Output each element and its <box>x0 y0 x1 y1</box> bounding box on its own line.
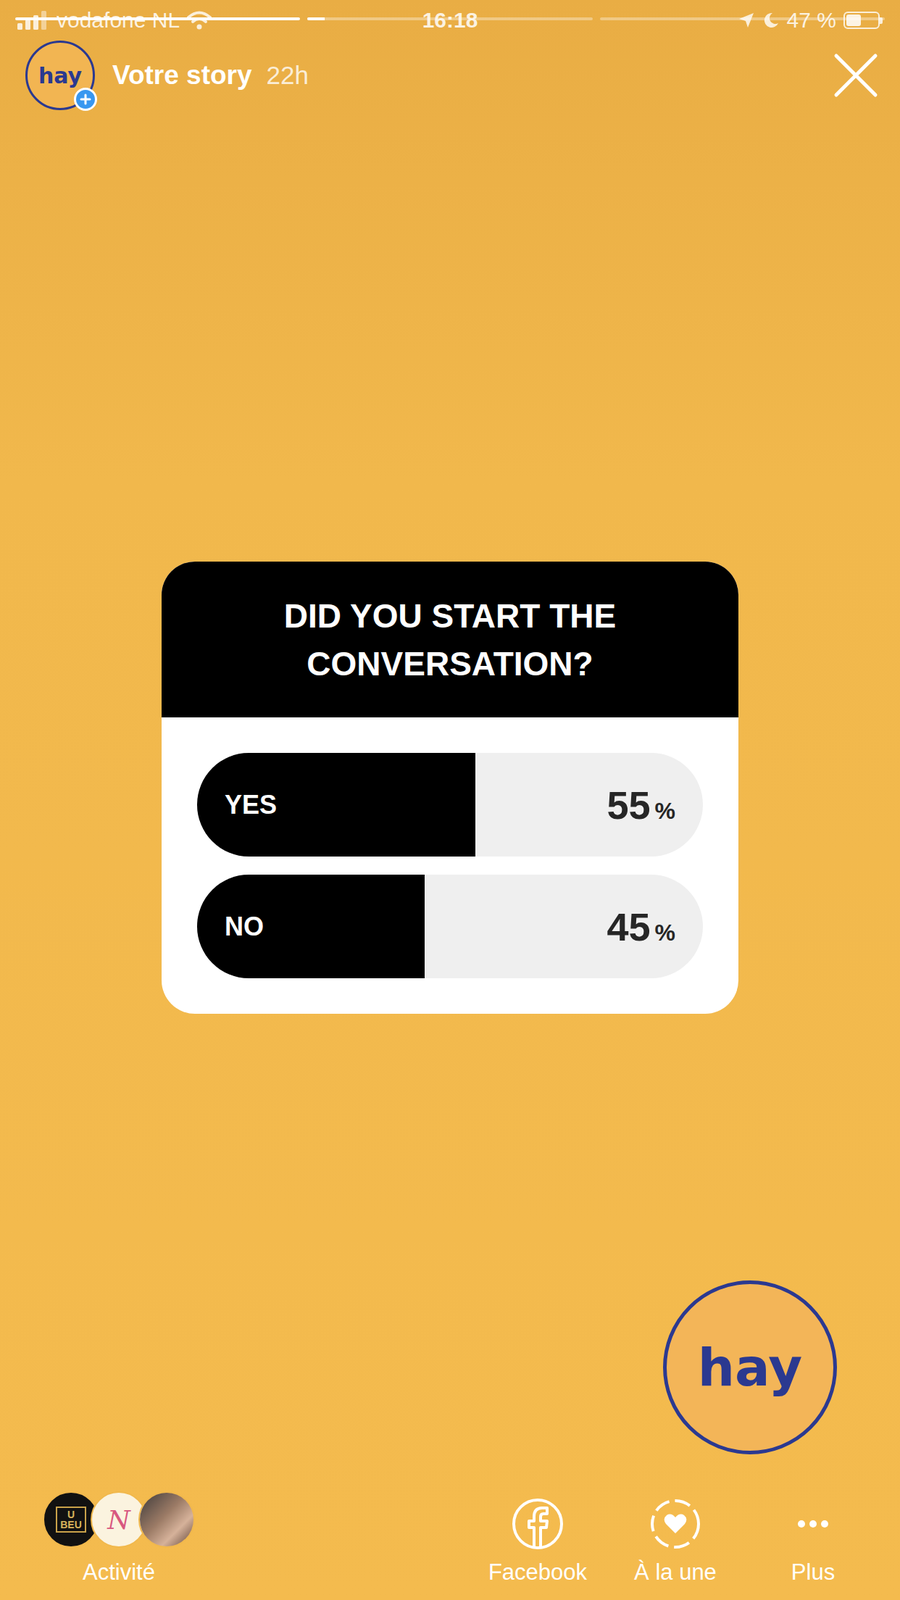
poll-header: DID YOU START THE CONVERSATION? <box>161 561 739 718</box>
poll-option-label: YES <box>224 789 277 821</box>
clock: 16:18 <box>422 7 479 33</box>
activity-button[interactable]: UBEUNActivité <box>42 1491 195 1586</box>
viewer-avatar <box>138 1491 195 1548</box>
action-label: Plus <box>791 1559 835 1586</box>
action-button[interactable]: Plus <box>751 1497 875 1586</box>
story-title: Votre story <box>112 60 253 91</box>
moon-icon <box>762 11 780 29</box>
battery-icon <box>843 11 883 29</box>
bottom-bar: UBEUNActivité Facebook À la une Plus <box>0 1465 900 1600</box>
carrier-name: vodafone NL <box>56 7 180 33</box>
story-progress <box>15 17 885 21</box>
highlight-heart-icon <box>648 1497 703 1551</box>
progress-fill <box>307 17 325 21</box>
action-button[interactable]: Facebook <box>476 1497 600 1586</box>
location-icon <box>737 11 756 29</box>
poll-option-label: NO <box>224 911 264 943</box>
action-button[interactable]: À la une <box>613 1497 737 1586</box>
more-icon <box>786 1497 840 1551</box>
action-label: À la une <box>634 1559 717 1586</box>
add-story-icon[interactable] <box>73 87 98 111</box>
poll-percent: 55% <box>606 782 676 828</box>
progress-segment <box>307 17 593 21</box>
story-header: hay Votre story 22h <box>0 40 900 111</box>
story-canvas: DID YOU START THE CONVERSATION? YES 55% NO 4… <box>0 110 900 1466</box>
battery-percent: 47 % <box>786 7 837 33</box>
status-bar: vodafone NL 16:18 47 % <box>0 0 900 41</box>
story-age: 22h <box>266 60 309 90</box>
poll-question: DID YOU START THE CONVERSATION? <box>247 592 653 688</box>
close-icon[interactable] <box>833 52 879 98</box>
poll-percent: 45% <box>606 904 676 950</box>
viewer-photo <box>139 1492 194 1547</box>
facebook-icon <box>510 1497 565 1551</box>
brand-logo: hay <box>697 1336 803 1398</box>
brand-logo: hay <box>38 63 82 89</box>
story-screen: vodafone NL 16:18 47 % hay Votre story 22h DID… <box>0 0 900 1600</box>
profile-avatar[interactable]: hay <box>25 40 95 111</box>
poll-option: YES 55% <box>197 752 703 857</box>
brand-sticker[interactable]: hay <box>663 1280 837 1455</box>
progress-fill <box>15 17 300 21</box>
activity-label: Activité <box>82 1559 156 1586</box>
poll-option: NO 45% <box>197 874 703 979</box>
wifi-icon <box>186 10 212 30</box>
poll-sticker: DID YOU START THE CONVERSATION? YES 55% NO 4… <box>161 561 739 1014</box>
action-label: Facebook <box>488 1559 587 1586</box>
progress-segment <box>600 17 885 21</box>
progress-segment <box>15 17 300 21</box>
signal-icon <box>17 10 50 30</box>
